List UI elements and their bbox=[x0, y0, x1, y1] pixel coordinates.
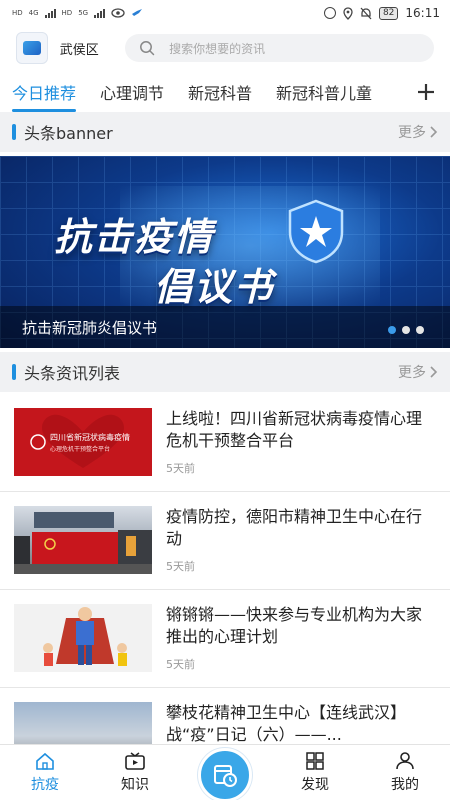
carousel-dot[interactable] bbox=[388, 326, 396, 334]
news-thumbnail bbox=[14, 506, 152, 574]
location-icon bbox=[343, 6, 353, 20]
section-accent-bar bbox=[12, 124, 16, 140]
team-photo-image bbox=[14, 512, 152, 574]
hd-label-1: HD bbox=[12, 9, 23, 17]
app-logo[interactable] bbox=[16, 32, 48, 64]
banner-headline-1: 抗击疫情 bbox=[54, 215, 215, 259]
carousel-dot[interactable] bbox=[402, 326, 410, 334]
tabs-fade bbox=[384, 76, 414, 112]
news-item[interactable]: 四川省新冠状病毒疫情 心理危机干预整合平台 上线啦！四川省新冠状病毒疫情心理危机… bbox=[0, 394, 450, 492]
tab-psych-adjust[interactable]: 心理调节 bbox=[100, 78, 164, 110]
search-placeholder: 搜索你想要的资讯 bbox=[169, 41, 266, 56]
grid-icon bbox=[306, 752, 324, 770]
news-item[interactable]: 疫情防控，德阳市精神卫生中心在行动 5天前 bbox=[0, 492, 450, 590]
banner-caption: 抗击新冠肺炎倡议书 bbox=[0, 306, 450, 348]
nav-discover[interactable]: 发现 bbox=[270, 745, 360, 800]
nav-label: 抗疫 bbox=[31, 777, 59, 793]
news-section-title: 头条资讯列表 bbox=[24, 364, 121, 383]
tab-today-recommend[interactable]: 今日推荐 bbox=[12, 78, 77, 112]
news-more-link[interactable]: 更多 bbox=[398, 362, 438, 382]
bird-icon bbox=[132, 9, 143, 16]
news-item[interactable]: 锵锵锵——快来参与专业机构为大家推出的心理计划 5天前 bbox=[0, 590, 450, 688]
category-tabs: 今日推荐 心理调节 新冠科普 新冠科普儿童 bbox=[0, 76, 450, 112]
nav-mine[interactable]: 我的 bbox=[360, 745, 450, 800]
clock-time: 16:11 bbox=[405, 6, 440, 20]
thumb-text-1: 四川省新冠状病毒疫情 bbox=[50, 433, 130, 442]
banner-caption-text: 抗击新冠肺炎倡议书 bbox=[22, 318, 158, 337]
nav-label: 发现 bbox=[301, 777, 329, 793]
carousel-dot[interactable] bbox=[416, 326, 424, 334]
add-tab-button[interactable] bbox=[412, 78, 440, 106]
news-thumbnail: 四川省新冠状病毒疫情 心理危机干预整合平台 bbox=[14, 408, 152, 476]
district-selector[interactable]: 武侯区 bbox=[60, 39, 113, 58]
banner-headline-2: 倡议书 bbox=[154, 265, 275, 309]
news-time: 5天前 bbox=[166, 658, 195, 671]
home-icon bbox=[36, 752, 54, 770]
carousel-dots bbox=[388, 326, 424, 334]
news-more-label: 更多 bbox=[398, 365, 426, 381]
shield-emblem-icon bbox=[288, 199, 344, 264]
hd-label-2: HD bbox=[61, 9, 73, 17]
news-title: 攀枝花精神卫生中心【连线武汉】战“疫”日记（六）——... bbox=[166, 703, 407, 744]
eye-icon bbox=[111, 8, 125, 18]
news-title: 上线啦！四川省新冠状病毒疫情心理危机干预整合平台 bbox=[166, 409, 423, 450]
banner-section-title: 头条banner bbox=[24, 124, 113, 143]
system-indicators: 82 16:11 bbox=[323, 6, 440, 20]
nav-anti-epidemic[interactable]: 抗疫 bbox=[0, 745, 90, 800]
banner-more-label: 更多 bbox=[398, 125, 426, 141]
news-section-header: 头条资讯列表 更多 bbox=[0, 352, 450, 392]
nav-knowledge[interactable]: 知识 bbox=[90, 745, 180, 800]
section-accent-bar bbox=[12, 364, 16, 380]
tab-covid-science-kids[interactable]: 新冠科普儿童 bbox=[276, 78, 372, 110]
network-indicators: HD 4G HD 5G bbox=[12, 8, 143, 18]
battery-indicator: 82 bbox=[378, 6, 399, 20]
banner-more-link[interactable]: 更多 bbox=[398, 122, 438, 142]
signal-icon bbox=[44, 8, 56, 18]
mute-bell-icon bbox=[360, 7, 372, 19]
4g-label: 4G bbox=[28, 9, 39, 17]
app-header: 武侯区 搜索你想要的资讯 bbox=[0, 28, 450, 68]
alarm-icon bbox=[323, 7, 336, 19]
news-time: 5天前 bbox=[166, 462, 195, 475]
tab-covid-science[interactable]: 新冠科普 bbox=[188, 78, 252, 110]
nav-label: 我的 bbox=[391, 777, 419, 793]
chevron-right-icon bbox=[430, 366, 438, 378]
news-title: 锵锵锵——快来参与专业机构为大家推出的心理计划 bbox=[166, 605, 423, 646]
search-icon bbox=[140, 41, 155, 56]
plus-icon bbox=[418, 84, 434, 100]
chevron-right-icon bbox=[430, 126, 438, 138]
search-bar[interactable]: 搜索你想要的资讯 bbox=[125, 34, 434, 62]
person-icon bbox=[396, 752, 414, 770]
news-title: 疫情防控，德阳市精神卫生中心在行动 bbox=[166, 507, 423, 548]
banner-carousel[interactable]: 抗击疫情 倡议书 抗击新冠肺炎倡议书 bbox=[0, 156, 450, 348]
news-time: 5天前 bbox=[166, 560, 195, 573]
calendar-clock-icon bbox=[214, 765, 237, 787]
thumb-text-2: 心理危机干预整合平台 bbox=[50, 446, 111, 453]
tv-icon bbox=[125, 752, 145, 770]
news-thumbnail bbox=[14, 604, 152, 672]
5g-label: 5G bbox=[78, 9, 89, 17]
hero-illustration-image bbox=[43, 607, 127, 666]
center-action-button[interactable] bbox=[198, 748, 252, 800]
signal-icon-2 bbox=[94, 8, 106, 18]
banner-section-header: 头条banner 更多 bbox=[0, 112, 450, 152]
status-bar: HD 4G HD 5G 82 16:11 bbox=[0, 0, 450, 26]
nav-label: 知识 bbox=[121, 777, 149, 793]
